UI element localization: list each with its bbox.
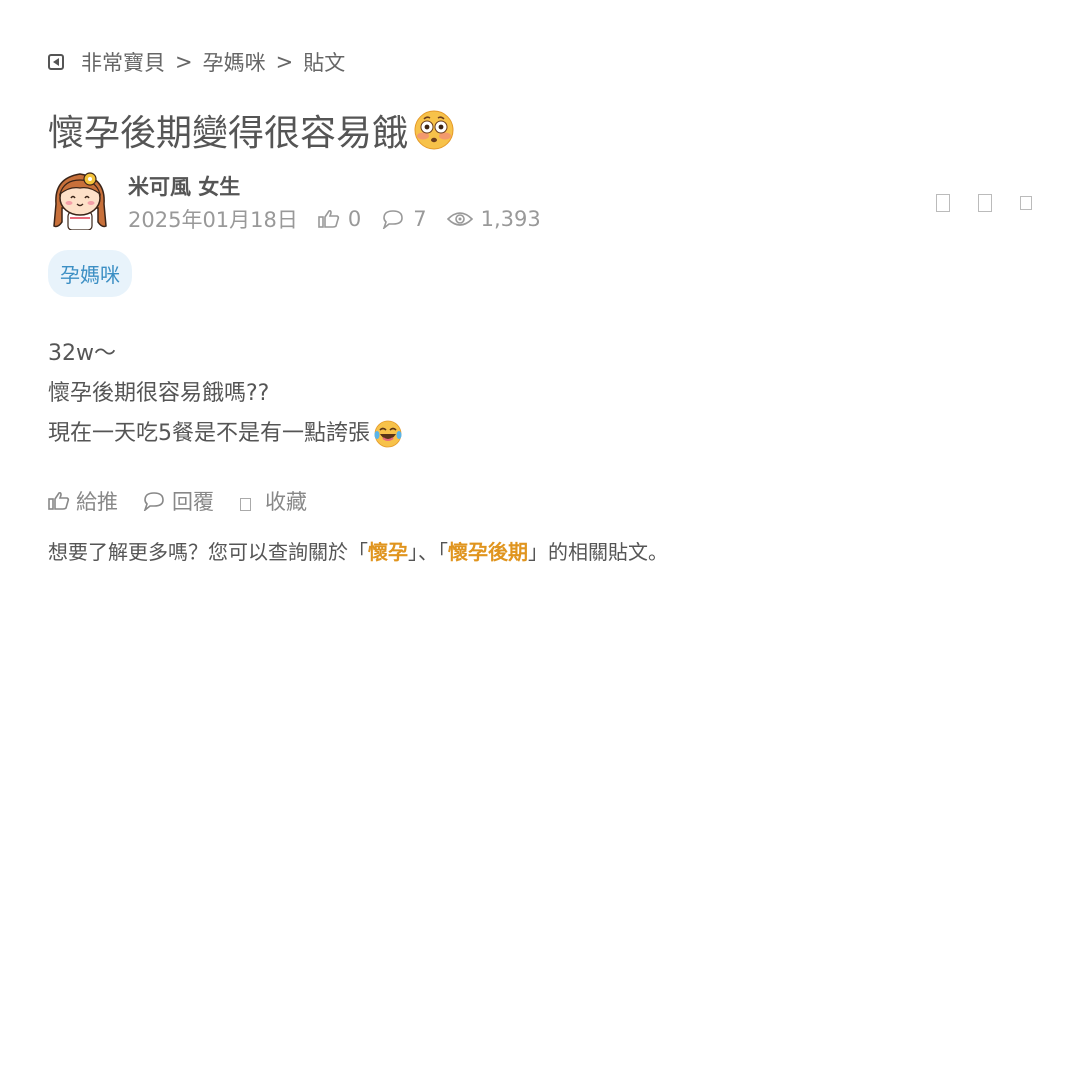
- post-actions: 給推 回覆 收藏: [48, 486, 331, 516]
- breadcrumb-item-current: 貼文: [303, 51, 346, 75]
- post-body-line: 現在一天吃5餐是不是有一點誇張: [48, 414, 402, 454]
- related-keyword-link[interactable]: 懷孕後期: [448, 540, 528, 564]
- breadcrumb: 非常寶貝 > 孕媽咪 > 貼文: [48, 47, 345, 77]
- post-body-line: 懷孕後期很容易餓嗎??: [48, 381, 270, 406]
- like-count: 0: [318, 207, 361, 231]
- related-search: 想要了解更多嗎？您可以查詢關於「懷孕」、「懷孕後期」的相關貼文。: [48, 536, 668, 565]
- share-icon[interactable]: [936, 194, 950, 212]
- post-date: 2025年01月18日: [128, 208, 298, 232]
- related-prefix: 想要了解更多嗎？您可以查詢關於「: [48, 540, 368, 564]
- more-icon[interactable]: [1020, 196, 1032, 210]
- comment-icon: [143, 492, 164, 511]
- related-separator: 」、「: [408, 540, 448, 564]
- eye-icon: [446, 212, 473, 226]
- like-button[interactable]: 給推: [48, 486, 118, 516]
- author-bar: 米可風 女生 2025年01月18日 0 7 1,393: [48, 166, 1032, 236]
- view-count-value: 1,393: [480, 207, 541, 231]
- related-suffix: 」的相關貼文。: [528, 540, 668, 564]
- related-keyword-link[interactable]: 懷孕: [368, 540, 408, 564]
- thumbs-up-icon: [48, 491, 70, 510]
- breadcrumb-separator: >: [275, 50, 294, 74]
- laughing-tears-icon: [374, 420, 402, 448]
- avatar[interactable]: [50, 168, 110, 230]
- save-button-label: 收藏: [265, 490, 307, 514]
- post-tools: [936, 194, 1032, 212]
- reply-button[interactable]: 回覆: [142, 486, 214, 516]
- like-button-label: 給推: [76, 490, 118, 514]
- breadcrumb-item-board[interactable]: 孕媽咪: [203, 47, 266, 77]
- post-title-text: 懷孕後期變得很容易餓: [48, 113, 409, 154]
- save-button[interactable]: 收藏: [238, 486, 307, 516]
- back-icon[interactable]: [48, 54, 64, 70]
- comment-icon: [383, 210, 404, 229]
- post-title: 懷孕後期變得很容易餓: [48, 104, 454, 156]
- report-icon[interactable]: [978, 194, 992, 212]
- reply-button-label: 回覆: [172, 490, 214, 514]
- bookmark-icon: [240, 497, 251, 511]
- comment-count-value: 7: [413, 207, 427, 231]
- comment-count: 7: [381, 207, 427, 231]
- board-tag[interactable]: 孕媽咪: [48, 250, 132, 297]
- breadcrumb-item-site[interactable]: 非常寶貝: [81, 47, 165, 77]
- post-body: 32w～ 懷孕後期很容易餓嗎?? 現在一天吃5餐是不是有一點誇張: [48, 334, 402, 454]
- flushed-face-icon: [414, 110, 454, 150]
- post-meta: 2025年01月18日 0 7 1,393: [128, 204, 541, 234]
- breadcrumb-separator: >: [175, 50, 193, 74]
- post-body-line: 32w～: [48, 341, 116, 366]
- view-count: 1,393: [446, 207, 541, 231]
- thumbs-up-icon: [318, 209, 340, 228]
- post-body-line-text: 現在一天吃5餐是不是有一點誇張: [48, 421, 370, 446]
- author-name[interactable]: 米可風 女生: [128, 171, 240, 201]
- like-count-value: 0: [347, 207, 362, 231]
